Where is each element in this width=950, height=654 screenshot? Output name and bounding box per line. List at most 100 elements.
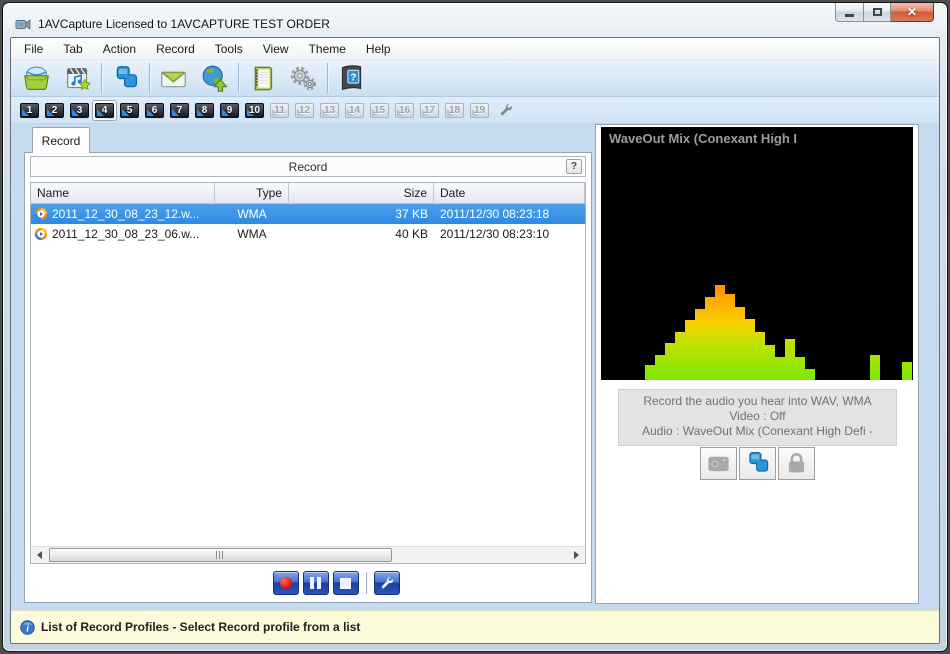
pause-button[interactable]: [303, 571, 329, 595]
file-row[interactable]: 2011_12_30_08_23_06.w...WMA40 KB2011/12/…: [31, 224, 585, 244]
capture-blue-button[interactable]: [739, 447, 776, 480]
column-header-name[interactable]: Name: [31, 183, 215, 203]
main-toolbar: ?: [11, 60, 939, 97]
tab-record[interactable]: Record: [32, 127, 90, 153]
transport-separator: [366, 572, 367, 594]
profile-settings-button[interactable]: [494, 100, 516, 120]
toolbar-separator: [238, 63, 239, 93]
stop-button[interactable]: [333, 571, 359, 595]
spectrum-bar: [695, 309, 705, 380]
capture-blue-icon: [744, 450, 771, 477]
menu-item-theme[interactable]: Theme: [299, 39, 356, 59]
spectrum-bar: [715, 285, 725, 380]
profile-button-3[interactable]: 3: [67, 100, 92, 121]
record-panel-body: Record ? NameTypeSizeDate 2011_12_30_08_…: [24, 152, 592, 603]
column-header-date[interactable]: Date: [434, 183, 585, 203]
profile-button-18: 18: [442, 100, 467, 121]
spectrum-bar: [805, 369, 815, 380]
capture-tray-button[interactable]: [16, 61, 57, 95]
email-button[interactable]: [153, 61, 194, 95]
profile-number-badge: 3: [70, 103, 89, 118]
spectrum-bar: [795, 357, 805, 380]
file-list: NameTypeSizeDate 2011_12_30_08_23_12.w..…: [30, 182, 586, 564]
profile-button-4[interactable]: 4: [92, 100, 117, 121]
profile-button-6[interactable]: 6: [142, 100, 167, 121]
profile-bar: 12345678910111213141516171819: [11, 97, 939, 124]
menu-item-help[interactable]: Help: [356, 39, 401, 59]
capture-blue-button[interactable]: [105, 61, 146, 95]
file-size: 40 KB: [289, 227, 434, 241]
file-list-body: 2011_12_30_08_23_12.w...WMA37 KB2011/12/…: [31, 204, 585, 244]
spectrum-bar: [745, 319, 755, 380]
lock-button[interactable]: [778, 447, 815, 480]
profile-button-1[interactable]: 1: [17, 100, 42, 121]
description-line: Video : Off: [621, 409, 894, 424]
stop-icon: [340, 578, 351, 589]
wrench-icon: [498, 103, 513, 118]
profile-button-8[interactable]: 8: [192, 100, 217, 121]
scrollbar-thumb[interactable]: [49, 548, 392, 562]
record-header-title: Record: [289, 160, 328, 174]
record-settings-button[interactable]: [374, 571, 400, 595]
column-header-size[interactable]: Size: [289, 183, 434, 203]
profile-button-15: 15: [367, 100, 392, 121]
column-header-type[interactable]: Type: [215, 183, 289, 203]
description-line: Audio : WaveOut Mix (Conexant High Defi …: [621, 424, 894, 439]
close-button[interactable]: ✕: [891, 3, 934, 22]
media-wizard-button[interactable]: [57, 61, 98, 95]
menu-item-action[interactable]: Action: [93, 39, 146, 59]
file-date: 2011/12/30 08:23:10: [434, 227, 585, 241]
file-row[interactable]: 2011_12_30_08_23_12.w...WMA37 KB2011/12/…: [31, 204, 585, 224]
profile-number-badge: 16: [395, 103, 414, 118]
profile-button-10[interactable]: 10: [242, 100, 267, 121]
menu-item-file[interactable]: File: [14, 39, 53, 59]
preview-actions: [596, 447, 918, 480]
menu-item-tab[interactable]: Tab: [53, 39, 92, 59]
profile-button-19: 19: [467, 100, 492, 121]
app-window: 1AVCapture Licensed to 1AVCAPTURE TEST O…: [2, 2, 948, 652]
globe-upload-icon: [200, 64, 229, 93]
record-button[interactable]: [273, 571, 299, 595]
menu-item-record[interactable]: Record: [146, 39, 205, 59]
tab-record-label: Record: [42, 134, 81, 148]
close-icon: ✕: [907, 5, 917, 19]
wrench-icon: [379, 576, 394, 591]
maximize-button[interactable]: [864, 3, 891, 22]
video-camera-button[interactable]: [700, 447, 737, 480]
minimize-icon: [845, 14, 854, 17]
menu-bar: FileTabActionRecordToolsViewThemeHelp: [11, 38, 939, 60]
globe-upload-button[interactable]: [194, 61, 235, 95]
profile-button-13: 13: [317, 100, 342, 121]
profile-number-badge: 10: [245, 103, 264, 118]
scroll-right-button[interactable]: [568, 547, 585, 563]
panel-help-button[interactable]: ?: [566, 159, 582, 174]
scroll-left-button[interactable]: [31, 547, 48, 563]
file-type: WMA: [215, 207, 289, 221]
minimize-button[interactable]: [835, 3, 864, 22]
settings-gears-button[interactable]: [283, 61, 324, 95]
window-controls: ✕: [835, 3, 934, 22]
profile-number-badge: 4: [95, 103, 114, 118]
file-size: 37 KB: [289, 207, 434, 221]
spectrum-bar: [775, 357, 785, 380]
preview-panel: WaveOut Mix (Conexant High I Record the …: [595, 124, 919, 604]
profile-number-badge: 7: [170, 103, 189, 118]
horizontal-scrollbar[interactable]: [31, 546, 585, 563]
profile-button-14: 14: [342, 100, 367, 121]
profile-button-5[interactable]: 5: [117, 100, 142, 121]
file-name: 2011_12_30_08_23_06.w...: [52, 227, 199, 241]
toolbar-separator: [149, 63, 150, 93]
menu-item-view[interactable]: View: [253, 39, 299, 59]
capture-tray-icon: [22, 64, 51, 93]
help-button[interactable]: ?: [331, 61, 372, 95]
spectrum-bar: [765, 345, 775, 380]
spectrum-bar: [785, 339, 795, 380]
capture-blue-icon: [111, 64, 140, 93]
profile-button-2[interactable]: 2: [42, 100, 67, 121]
profile-button-9[interactable]: 9: [217, 100, 242, 121]
arrow-right-icon: [574, 551, 579, 559]
spectrum-bar: [735, 307, 745, 380]
log-book-button[interactable]: [242, 61, 283, 95]
menu-item-tools[interactable]: Tools: [205, 39, 253, 59]
profile-button-7[interactable]: 7: [167, 100, 192, 121]
